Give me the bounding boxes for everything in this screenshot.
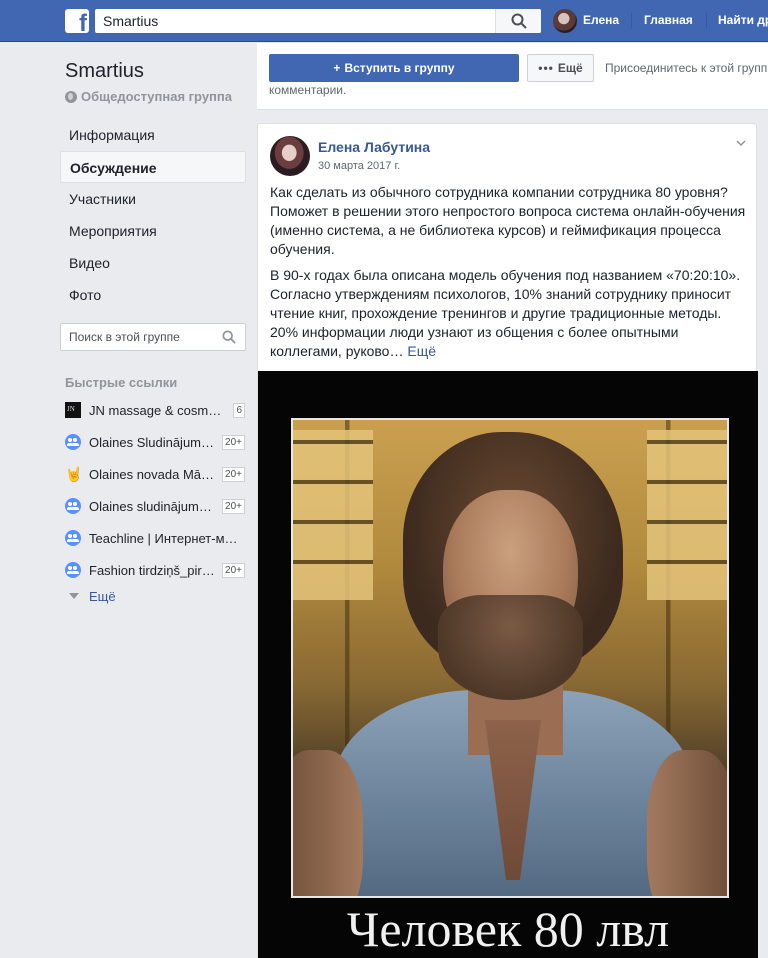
quick-link[interactable]: JN massage & cosm… 6 <box>65 394 245 426</box>
count-badge: 20+ <box>222 434 245 450</box>
more-label: Ещё <box>557 61 583 75</box>
group-search-box <box>60 323 246 351</box>
post-timestamp[interactable]: 30 марта 2017 г. <box>318 160 400 172</box>
background-window <box>647 430 727 600</box>
join-group-label: Вступить в группу <box>344 61 455 75</box>
group-privacy-label: Общедоступная группа <box>81 89 232 104</box>
quick-links-more-label: Ещё <box>89 588 116 604</box>
nav-item-videos[interactable]: Видео <box>60 247 246 279</box>
chevron-down-icon[interactable] <box>736 138 746 148</box>
quick-link-name: Fashion tirdziņš_pir… <box>89 562 215 578</box>
more-dots-icon: ••• <box>538 61 554 75</box>
quick-link[interactable]: Olaines sludinājum… 20+ <box>65 490 245 522</box>
top-bar: f Елена Главная Найти др <box>0 0 768 42</box>
divider <box>706 13 707 29</box>
join-group-box: + Вступить в группу ••• Ещё Присоедините… <box>257 43 768 110</box>
home-link[interactable]: Главная <box>644 13 693 27</box>
group-title[interactable]: Smartius <box>65 60 144 83</box>
nav-item-info[interactable]: Информация <box>60 119 246 151</box>
group-icon <box>65 498 81 514</box>
post-paragraph-text: В 90-х годах была описана модель обучени… <box>270 267 741 359</box>
plus-icon: + <box>333 61 341 75</box>
post-photo[interactable]: Человек 80 лвл <box>258 371 758 958</box>
nav-item-events[interactable]: Мероприятия <box>60 215 246 247</box>
search-icon <box>511 13 527 29</box>
post-card: Елена Лабутина 30 марта 2017 г. Как сдел… <box>257 123 758 958</box>
globe-icon <box>65 90 77 103</box>
arm <box>293 750 363 896</box>
post-paragraph: В 90-х годах была описана модель обучени… <box>270 266 750 361</box>
quick-link-name: Olaines Sludinājum… <box>89 434 215 450</box>
photo-caption: Человек 80 лвл <box>346 901 670 957</box>
arm <box>647 750 727 896</box>
beard <box>438 595 583 700</box>
search-button[interactable] <box>495 9 541 33</box>
post-paragraph: Как сделать из обычного сотрудника компа… <box>270 184 746 257</box>
profile-link[interactable]: Елена <box>583 13 619 27</box>
hand-icon: 🤘 <box>65 466 83 482</box>
user-avatar[interactable] <box>553 9 577 33</box>
quick-links-header: Быстрые ссылки <box>65 375 178 390</box>
more-button[interactable]: ••• Ещё <box>527 54 594 82</box>
group-search-input[interactable] <box>61 324 211 350</box>
page-logo-icon <box>65 402 81 418</box>
nav-item-discussion[interactable]: Обсуждение <box>60 151 246 183</box>
join-hint-text-continued: комментарии. <box>269 83 347 97</box>
find-friends-link[interactable]: Найти др <box>718 13 768 27</box>
group-icon <box>65 562 81 578</box>
post-body: Как сделать из обычного сотрудника компа… <box>270 183 750 368</box>
search-box <box>95 9 541 33</box>
count-badge: 6 <box>233 402 245 418</box>
background-window <box>293 430 373 600</box>
see-more-link[interactable]: Ещё <box>407 343 436 359</box>
quick-link[interactable]: 🤘 Olaines novada Mā… 20+ <box>65 458 245 490</box>
quick-link-name: Olaines sludinājum… <box>89 498 212 514</box>
join-hint-text: Присоединитесь к этой групп <box>605 61 768 75</box>
quick-links-more-button[interactable]: Ещё <box>65 586 245 606</box>
facebook-logo-icon[interactable]: f <box>65 9 89 36</box>
count-badge: 20+ <box>222 498 245 514</box>
quick-link-name: JN massage & cosm… <box>89 402 222 418</box>
join-group-button[interactable]: + Вступить в группу <box>269 54 519 82</box>
quick-link[interactable]: Teachline | Интернет-м… <box>65 522 245 554</box>
count-badge: 20+ <box>222 562 245 578</box>
search-icon[interactable] <box>222 330 236 344</box>
photo-frame <box>290 417 730 899</box>
search-input[interactable] <box>95 9 495 33</box>
caret-down-icon <box>69 593 79 599</box>
quick-link[interactable]: Olaines Sludinājum… 20+ <box>65 426 245 458</box>
quick-link[interactable]: Fashion tirdziņš_pir… 20+ <box>65 554 245 586</box>
group-privacy: Общедоступная группа <box>65 89 232 104</box>
quick-links-list: JN massage & cosm… 6 Olaines Sludinājum…… <box>65 394 245 606</box>
quick-link-name: Teachline | Интернет-м… <box>89 530 238 546</box>
group-icon <box>65 434 81 450</box>
quick-link-name: Olaines novada Mā… <box>89 466 215 482</box>
nav-item-members[interactable]: Участники <box>60 183 246 215</box>
nav-item-photos[interactable]: Фото <box>60 279 246 311</box>
group-nav: Информация Обсуждение Участники Мероприя… <box>60 119 246 311</box>
post-author-name[interactable]: Елена Лабутина <box>318 139 430 155</box>
post-author-avatar[interactable] <box>270 136 310 176</box>
divider <box>631 13 632 29</box>
group-icon <box>65 530 81 546</box>
count-badge: 20+ <box>222 466 245 482</box>
